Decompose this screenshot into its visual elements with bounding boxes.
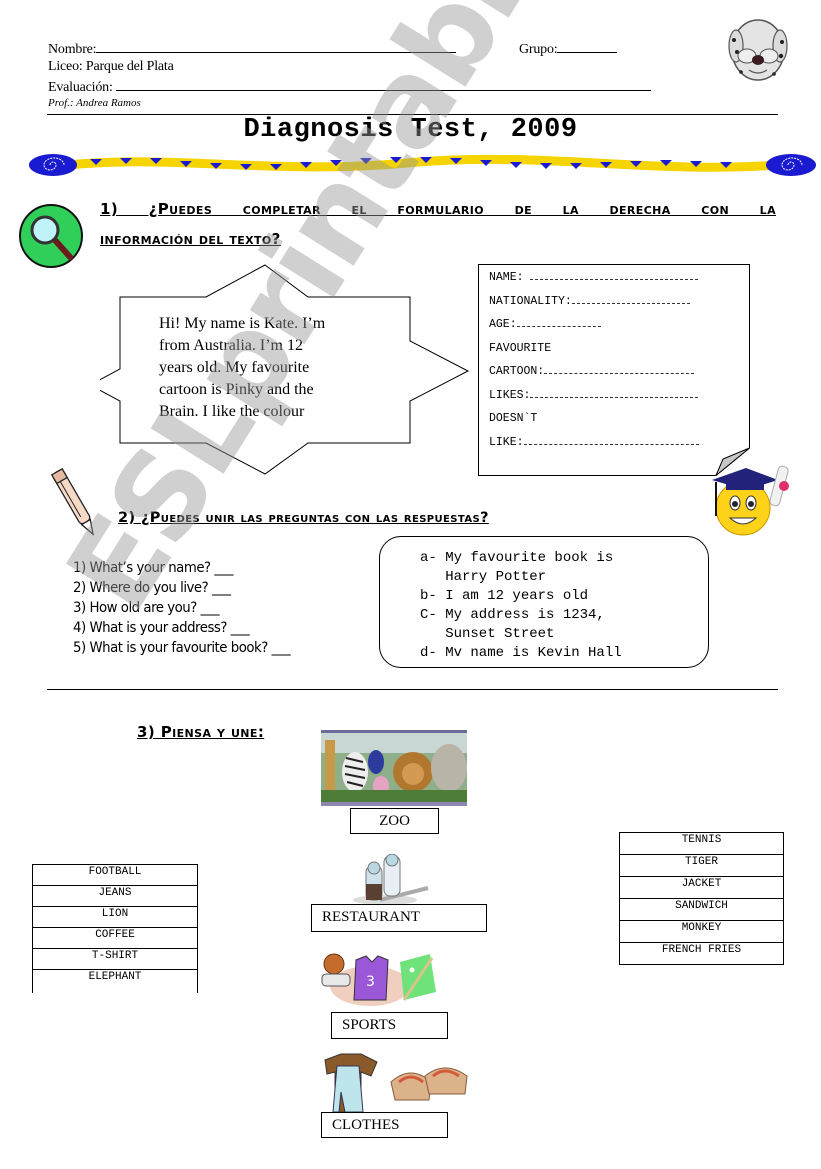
- answer-item: C- My address is 1234,: [420, 607, 605, 623]
- form-field-likes[interactable]: LIKES:: [489, 384, 699, 408]
- question-item: 4) What is your address? ___: [73, 620, 250, 636]
- section1-heading-line1: 1) ¿Puedes completar el formulario de la…: [100, 200, 776, 218]
- form-field-name[interactable]: NAME:: [489, 266, 699, 290]
- evaluation-label: Evaluación:: [48, 80, 113, 95]
- svg-text:3: 3: [366, 974, 375, 990]
- zoo-animals-picture: [321, 730, 467, 806]
- section3-heading: 3) Piensa y une:: [137, 723, 265, 741]
- word-cell[interactable]: FOOTBALL: [33, 864, 197, 885]
- form-blank[interactable]: [530, 385, 699, 398]
- word-cell[interactable]: JEANS: [33, 885, 197, 906]
- answers-list: a- My favourite book is Harry Potter b- …: [420, 549, 622, 663]
- form-blank[interactable]: [571, 291, 690, 304]
- form-label: LIKE:: [489, 435, 524, 449]
- group-field[interactable]: Grupo:: [519, 40, 618, 58]
- form-blank[interactable]: [516, 314, 601, 327]
- word-cell[interactable]: FRENCH FRIES: [620, 942, 783, 964]
- left-word-table: FOOTBALL JEANS LION COFFEE T-SHIRT ELEPH…: [32, 864, 198, 993]
- answer-item: a- My favourite book is: [420, 550, 614, 566]
- form-field-dislikes[interactable]: LIKE:: [489, 431, 699, 455]
- info-form-card: NAME: NATIONALITY: AGE: FAVOURITE CARTOO…: [478, 264, 750, 476]
- decorative-border: [28, 152, 818, 178]
- question-item: 1) What’s your name? ___: [73, 560, 233, 576]
- word-cell[interactable]: MONKEY: [620, 920, 783, 942]
- form-label: CARTOON:: [489, 365, 545, 378]
- group-label: Grupo:: [519, 42, 558, 57]
- word-cell[interactable]: LION: [33, 906, 197, 927]
- sports-picture: 3: [320, 952, 440, 1008]
- word-cell[interactable]: JACKET: [620, 876, 783, 898]
- category-sports[interactable]: SPORTS: [331, 1012, 448, 1039]
- word-cell[interactable]: T-SHIRT: [33, 948, 197, 969]
- form-field-cartoon[interactable]: CARTOON:: [489, 360, 699, 384]
- pen-icon: [48, 463, 103, 543]
- answer-item: Harry Potter: [420, 569, 547, 585]
- reading-line: cartoon is Pinky and the: [159, 381, 314, 398]
- form-label: NATIONALITY:: [489, 294, 572, 308]
- salt-pepper-picture: [350, 853, 430, 906]
- name-label: Nombre:: [48, 42, 97, 57]
- word-cell[interactable]: ELEPHANT: [33, 969, 197, 993]
- question-item: 3) How old are you? ___: [73, 600, 220, 616]
- word-cell[interactable]: TENNIS: [620, 832, 783, 854]
- form-field-nationality[interactable]: NATIONALITY:: [489, 290, 699, 314]
- name-field[interactable]: Nombre:: [48, 40, 457, 58]
- evaluation-field[interactable]: Evaluación:: [48, 78, 651, 96]
- reading-text: Hi! My name is Kate. I’m from Australia.…: [159, 313, 325, 423]
- answer-item: d- Mv name is Kevin Hall: [420, 645, 622, 661]
- evaluation-blank[interactable]: [115, 78, 651, 91]
- form-blank[interactable]: [523, 432, 699, 445]
- form-label: AGE:: [489, 318, 517, 331]
- name-blank[interactable]: [96, 40, 457, 53]
- question-item: 5) What is your favourite book? ___: [73, 640, 291, 656]
- form-label-favourite: FAVOURITE: [489, 341, 552, 355]
- category-zoo[interactable]: ZOO: [350, 808, 439, 834]
- form-fields: NAME: NATIONALITY: AGE: FAVOURITE CARTOO…: [489, 266, 699, 454]
- group-blank[interactable]: [557, 40, 618, 53]
- answer-item: Sunset Street: [420, 626, 555, 642]
- reading-text-shape: Hi! My name is Kate. I’m from Australia.…: [100, 263, 470, 476]
- page-title: Diagnosis Test, 2009: [243, 115, 578, 145]
- reading-line: Hi! My name is Kate. I’m: [159, 315, 326, 332]
- answer-item: b- I am 12 years old: [420, 588, 589, 604]
- form-label: NAME:: [489, 271, 531, 284]
- category-restaurant[interactable]: RESTAURANT: [311, 904, 487, 932]
- form-blank[interactable]: [544, 361, 695, 374]
- right-word-table: TENNIS TIGER JACKET SANDWICH MONKEY FREN…: [619, 832, 784, 965]
- section-divider: [47, 689, 778, 690]
- word-cell[interactable]: SANDWICH: [620, 898, 783, 920]
- dalmatian-puppy-icon: [727, 12, 789, 88]
- reading-line: years old. My favourite: [159, 359, 310, 376]
- form-field-age[interactable]: AGE:: [489, 313, 699, 337]
- form-blank[interactable]: [530, 267, 699, 280]
- graduate-smiley-icon: [708, 458, 798, 540]
- category-clothes[interactable]: CLOTHES: [321, 1112, 448, 1138]
- form-label: LIKES:: [489, 388, 531, 402]
- school-line: Liceo: Parque del Plata: [48, 59, 174, 74]
- teacher-line: Prof.: Andrea Ramos: [48, 97, 141, 109]
- section1-heading-line2: información del texto?: [100, 230, 281, 248]
- form-label-doesnt: DOESN`T: [489, 412, 538, 425]
- section2-heading: 2) ¿Puedes unir las preguntas con las re…: [118, 510, 489, 526]
- reading-line: from Australia. I’m 12: [159, 337, 303, 354]
- word-cell[interactable]: COFFEE: [33, 927, 197, 948]
- reading-line: Brain. I like the colour: [159, 403, 305, 420]
- word-cell[interactable]: TIGER: [620, 854, 783, 876]
- answers-box: a- My favourite book is Harry Potter b- …: [379, 536, 709, 668]
- question-item: 2) Where do you live? ___: [73, 580, 231, 596]
- magnifying-glass-icon: [18, 203, 84, 269]
- clothes-picture: [321, 1052, 471, 1113]
- questions-list: 1) What’s your name? ___ 2) Where do you…: [73, 558, 302, 658]
